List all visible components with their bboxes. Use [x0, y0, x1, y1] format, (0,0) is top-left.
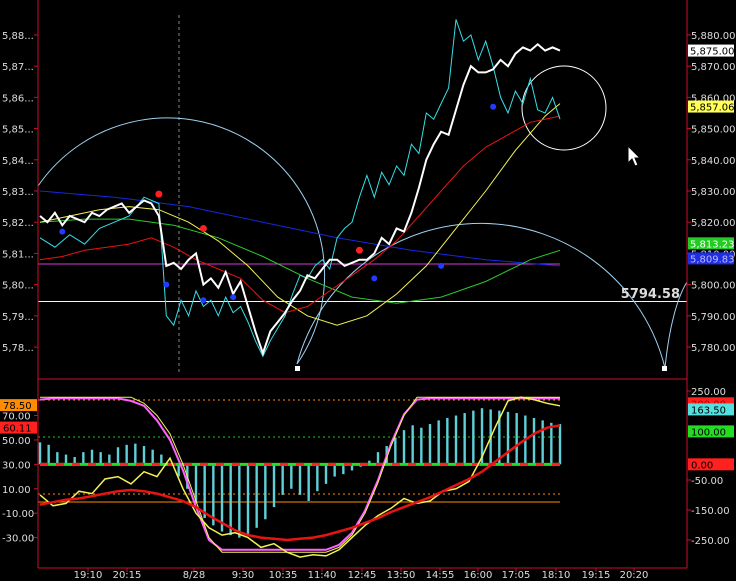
trading-chart: 5,88... 5,87... 5,86... 5,85... 5,84... 5,83.…: [0, 0, 736, 581]
upper-left-tick-label: 5,80...: [2, 281, 34, 292]
red-signal-dot: [199, 224, 207, 232]
lower-right-tick-label: -50.00: [691, 476, 723, 487]
lower-left-tick-label: -10.00: [2, 509, 34, 520]
upper-left-tick-label: 5,86...: [2, 93, 34, 104]
blue-signal-dot: [490, 103, 497, 110]
lower-left-tick-label: 50.00: [2, 436, 31, 447]
upper-right-tick-label: 5,880.00: [691, 31, 736, 42]
upper-right-tick-label: 5,820.00: [691, 218, 736, 229]
oscillator-right-label-text: 163.50: [691, 405, 726, 416]
lower-right-tick-label: -150.00: [691, 506, 730, 517]
upper-left-tick-label: 5,83...: [2, 187, 34, 198]
lower-right-tick-label: 250.00: [691, 387, 726, 398]
red-signal-dot: [355, 246, 363, 254]
upper-left-tick-label: 5,78...: [2, 343, 34, 354]
upper-right-tick-label: 5,840.00: [691, 156, 736, 167]
upper-right-tick-label: 5,870.00: [691, 62, 736, 73]
blue-signal-dot: [59, 228, 66, 235]
x-tick-label: 9:30: [232, 570, 254, 581]
upper-left-tick-label: 5,79...: [2, 312, 34, 323]
lower-right-tick-label: -250.00: [691, 536, 730, 547]
upper-right-tick-label: 5,780.00: [691, 343, 736, 354]
x-tick-label: 20:20: [620, 570, 649, 581]
upper-left-tick-label: 5,84...: [2, 156, 34, 167]
upper-left-tick-label: 5,82...: [2, 218, 34, 229]
oscillator-right-label-text: 100.00: [691, 427, 726, 438]
oscillator-left-label-text: 60.11: [3, 424, 32, 435]
upper-left-tick-label: 5,87...: [2, 62, 34, 73]
upper-right-tick-label: 5,830.00: [691, 187, 736, 198]
lower-left-tick-label: 30.00: [2, 460, 31, 471]
x-tick-label: 14:55: [426, 570, 455, 581]
price-label-text: 5,809.83: [690, 254, 735, 265]
oscillator-right-label-text: 0.00: [691, 460, 713, 471]
upper-right-tick-label: 5,790.00: [691, 312, 736, 323]
price-label-text: 5,875.00: [690, 47, 735, 58]
x-tick-label: 8/28: [183, 570, 205, 581]
upper-left-tick-label: 5,88...: [2, 31, 34, 42]
x-tick-label: 10:35: [269, 570, 298, 581]
x-tick-label: 19:10: [74, 570, 103, 581]
x-tick-label: 16:00: [464, 570, 493, 581]
x-tick-label: 11:40: [308, 570, 337, 581]
lower-left-tick-label: -30.00: [2, 534, 34, 545]
arc-marker: [295, 366, 300, 371]
x-tick-label: 17:05: [502, 570, 531, 581]
blue-signal-dot: [371, 275, 378, 282]
price-label-text: 5,857.06: [690, 103, 735, 114]
blue-signal-dot: [230, 294, 237, 301]
x-tick-label: 19:15: [582, 570, 611, 581]
x-tick-label: 12:45: [348, 570, 377, 581]
x-tick-label: 18:10: [542, 570, 571, 581]
blue-signal-dot: [200, 297, 207, 304]
arc-marker: [662, 366, 667, 371]
lower-left-tick-label: 70.00: [2, 412, 31, 423]
blue-signal-dot: [438, 262, 445, 269]
red-signal-dot: [155, 190, 163, 198]
level-label: 5794.58: [621, 287, 680, 302]
upper-left-tick-label: 5,81...: [2, 249, 34, 260]
x-tick-label: 13:50: [387, 570, 416, 581]
upper-right-tick-label: 5,800.00: [691, 281, 736, 292]
price-label-text: 5,813.23: [690, 239, 735, 250]
lower-left-tick-label: 10.00: [2, 485, 31, 496]
upper-right-tick-label: 5,850.00: [691, 125, 736, 136]
oscillator-left-label-text: 78.50: [3, 401, 32, 412]
x-tick-label: 20:15: [113, 570, 142, 581]
upper-left-tick-label: 5,85...: [2, 125, 34, 136]
blue-signal-dot: [163, 281, 170, 288]
